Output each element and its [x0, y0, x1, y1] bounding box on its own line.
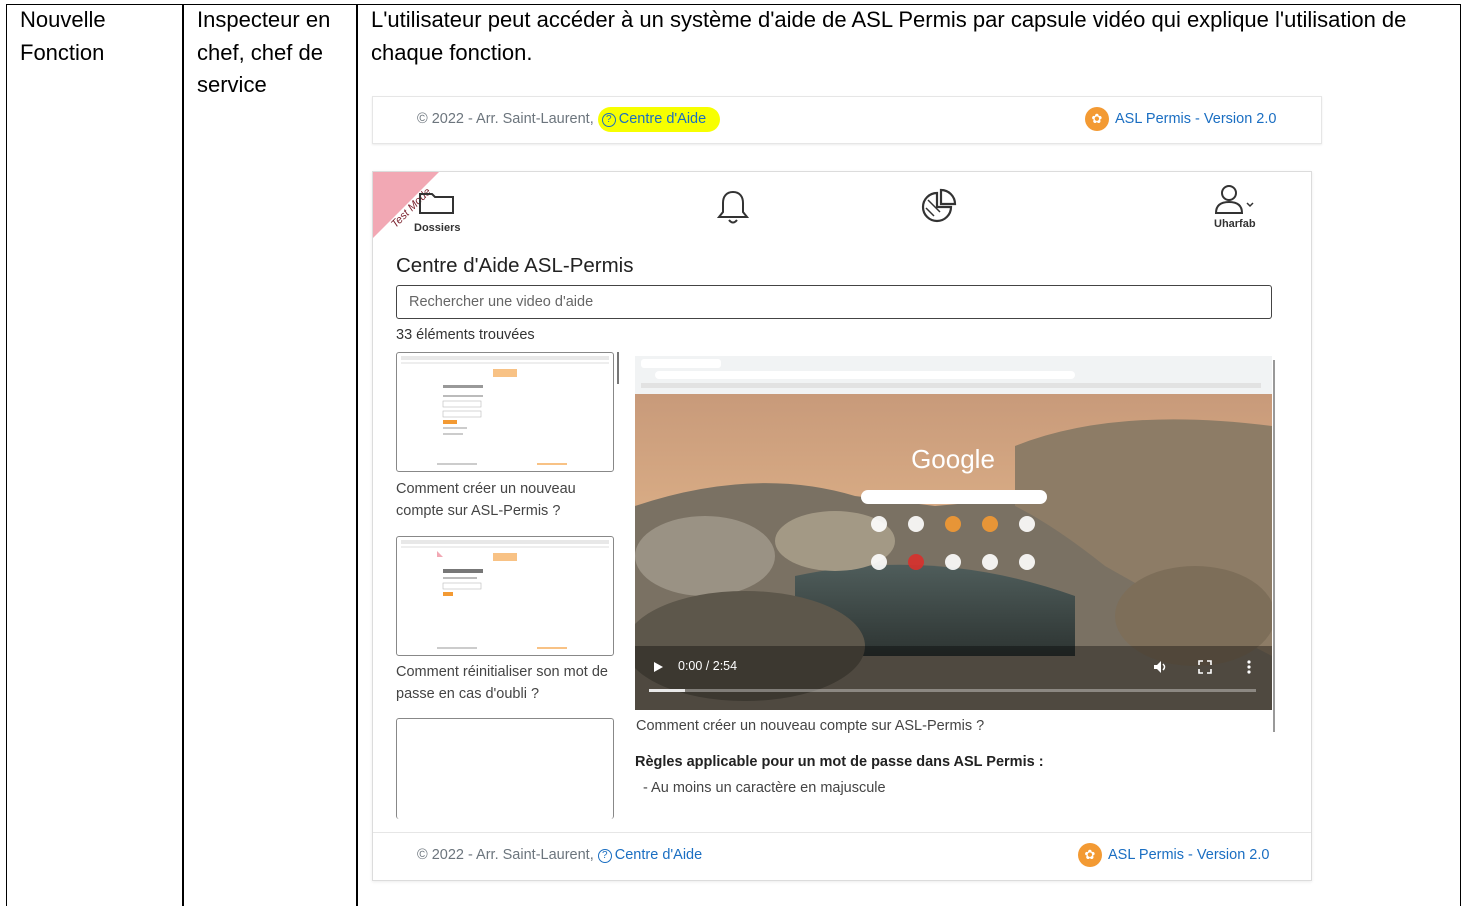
google-logo: Google — [911, 444, 995, 474]
user-icon[interactable] — [1213, 184, 1257, 216]
question-icon: ? — [597, 849, 612, 863]
fullscreen-icon[interactable] — [1198, 660, 1212, 674]
video-time: 0:00 / 2:54 — [678, 659, 738, 673]
cell-actors: Inspecteur en chef, chef de service — [197, 7, 331, 97]
play-icon[interactable] — [651, 660, 665, 674]
video-thumbnail[interactable] — [396, 718, 614, 819]
content-scrollbar[interactable] — [1273, 360, 1275, 732]
volume-icon[interactable] — [1153, 660, 1169, 674]
footer-copyright: © 2022 - Arr. Saint-Laurent, — [417, 111, 594, 127]
result-count: 33 éléments trouvées — [396, 327, 535, 343]
rules-item: - Au moins un caractère en majuscule — [643, 780, 886, 796]
cell-type: Nouvelle Fonction — [20, 7, 106, 65]
video-progress-track[interactable] — [649, 689, 1256, 692]
list-scrollbar[interactable] — [617, 352, 619, 384]
video-thumbnail[interactable] — [396, 536, 614, 656]
search-box[interactable] — [396, 285, 1272, 319]
thumbnail-preview — [401, 540, 609, 649]
folder-icon[interactable] — [417, 188, 457, 216]
cell-description: L'utilisateur peut accéder à un système … — [371, 7, 1407, 65]
brand-label: ASL Permis - Version 2.0 — [1108, 847, 1270, 863]
nav-user[interactable]: Uharfab — [1214, 218, 1256, 230]
help-center-screenshot: Test Mode Dossiers Uharfab Centre d'Aide… — [372, 171, 1312, 881]
footer-screenshot: © 2022 - Arr. Saint-Laurent, ? Centre d'A… — [372, 96, 1322, 144]
pie-chart-icon[interactable] — [920, 188, 960, 226]
column-divider — [182, 4, 184, 906]
video-frame: Google — [635, 356, 1272, 710]
video-thumbnail[interactable] — [396, 352, 614, 472]
page-title: Centre d'Aide ASL-Permis — [396, 254, 634, 277]
app-footer: © 2022 - Arr. Saint-Laurent, ? Centre d'A… — [373, 832, 1311, 880]
search-input[interactable] — [397, 286, 1271, 318]
asl-logo-icon: ✿ — [1085, 107, 1109, 131]
help-center-link[interactable]: ? Centre d'Aide — [597, 847, 702, 863]
video-list-item-caption[interactable]: Comment créer un nouveau compte sur ASL-… — [396, 478, 621, 522]
footer-copyright: © 2022 - Arr. Saint-Laurent, — [417, 847, 594, 863]
video-list-item-caption[interactable]: Comment réinitialiser son mot de passe e… — [396, 661, 621, 705]
question-icon: ? — [601, 113, 616, 127]
help-center-link[interactable]: ? Centre d'Aide — [597, 107, 721, 132]
video-progress-fill — [649, 689, 686, 692]
footer-text: © 2022 - Arr. Saint-Laurent, ? Centre d'A… — [417, 107, 721, 132]
footer-brand[interactable]: ✿ ASL Permis - Version 2.0 — [1078, 843, 1269, 867]
footer-text: © 2022 - Arr. Saint-Laurent, ? Centre d'A… — [417, 847, 702, 863]
asl-logo-icon: ✿ — [1078, 843, 1102, 867]
nav-dossiers[interactable]: Dossiers — [414, 222, 460, 234]
footer-brand[interactable]: ✿ ASL Permis - Version 2.0 — [1085, 107, 1276, 131]
video-player[interactable]: Google 0:00 / 2:54 — [635, 356, 1272, 710]
column-divider — [356, 4, 358, 906]
thumbnail-preview — [401, 356, 609, 465]
video-caption: Comment créer un nouveau compte sur ASL-… — [636, 718, 985, 734]
brand-label: ASL Permis - Version 2.0 — [1115, 111, 1277, 127]
rules-title: Règles applicable pour un mot de passe d… — [635, 754, 1044, 770]
bell-icon[interactable] — [716, 188, 750, 226]
more-options-icon[interactable] — [1244, 659, 1254, 675]
